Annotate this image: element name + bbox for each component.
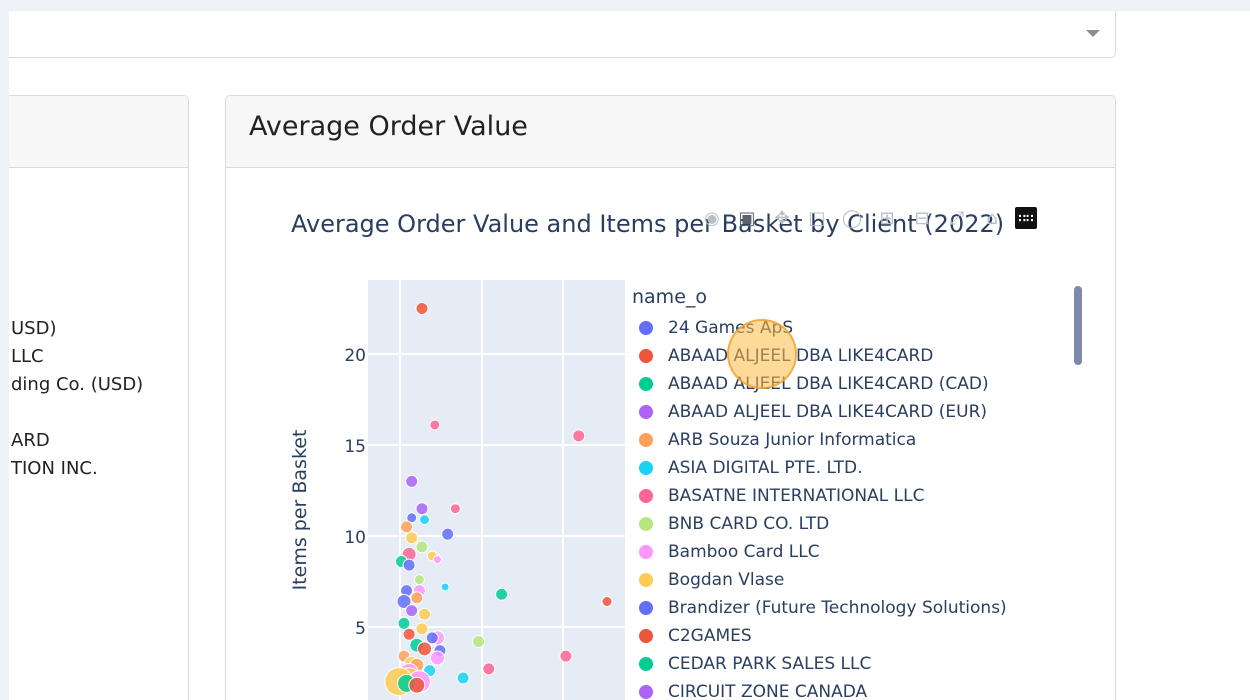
top-strip xyxy=(0,0,1250,11)
zoom-out-icon[interactable]: ⊟ xyxy=(910,206,934,230)
legend-item[interactable]: C2GAMES xyxy=(632,622,752,650)
legend-item[interactable]: ABAAD ALJEEL DBA LIKE4CARD (EUR) xyxy=(632,398,987,426)
legend-marker xyxy=(639,685,653,699)
scatter-point[interactable] xyxy=(402,627,416,641)
pan-icon[interactable]: ✥ xyxy=(770,206,794,230)
legend-label: ABAAD ALJEEL DBA LIKE4CARD (CAD) xyxy=(668,374,989,394)
legend-marker xyxy=(639,433,653,447)
legend-marker xyxy=(639,489,653,503)
card-title: Average Order Value xyxy=(249,111,528,142)
legend-label: Brandizer (Future Technology Solutions) xyxy=(668,598,1007,618)
legend-item[interactable]: ASIA DIGITAL PTE. LTD. xyxy=(632,454,863,482)
scatter-plot-area[interactable] xyxy=(280,270,640,700)
scatter-point[interactable] xyxy=(425,631,439,645)
card-header: Average Order Value xyxy=(226,96,1115,168)
legend-item[interactable]: BNB CARD CO. LTD xyxy=(632,510,829,538)
left-card xyxy=(9,95,189,700)
camera-icon[interactable]: ◉ xyxy=(700,206,724,230)
scatter-point[interactable] xyxy=(456,671,470,685)
legend-marker xyxy=(639,545,653,559)
autoscale-icon[interactable]: ⤢ xyxy=(945,206,969,230)
legend-marker xyxy=(639,349,653,363)
scatter-point[interactable] xyxy=(432,555,442,565)
legend-label: BASATNE INTERNATIONAL LLC xyxy=(668,486,925,506)
scatter-point[interactable] xyxy=(559,649,573,663)
scatter-point[interactable] xyxy=(429,419,441,431)
left-legend-item[interactable]: LLC xyxy=(11,346,44,367)
legend-label: C2GAMES xyxy=(668,626,752,646)
legend-scrollbar[interactable] xyxy=(1074,286,1082,365)
lasso-icon[interactable]: ◯ xyxy=(840,206,864,230)
scatter-point[interactable] xyxy=(495,587,509,601)
legend-label: Bogdan Vlase xyxy=(668,570,785,590)
scatter-point[interactable] xyxy=(408,676,426,694)
download-icon[interactable]: ▣ xyxy=(735,206,759,230)
scatter-point[interactable] xyxy=(400,520,414,534)
scatter-point[interactable] xyxy=(440,582,450,592)
zoom-in-icon[interactable]: ⊞ xyxy=(875,206,899,230)
legend-marker xyxy=(639,601,653,615)
plotly-logo-icon[interactable]: ∷∷ xyxy=(1015,207,1037,229)
legend-label: ABAAD ALJEEL DBA LIKE4CARD (EUR) xyxy=(668,402,988,422)
client-select-dropdown[interactable] xyxy=(9,11,1116,58)
scatter-point[interactable] xyxy=(418,607,432,621)
scatter-point[interactable] xyxy=(405,531,419,545)
scatter-point[interactable] xyxy=(415,502,429,516)
legend-item[interactable]: Bamboo Card LLC xyxy=(632,538,820,566)
scatter-point[interactable] xyxy=(405,474,419,488)
legend-marker xyxy=(639,657,653,671)
scatter-point[interactable] xyxy=(415,302,429,315)
scatter-point[interactable] xyxy=(397,616,411,630)
scatter-point[interactable] xyxy=(417,641,433,657)
left-legend-item[interactable]: ARD xyxy=(11,430,50,451)
scatter-point[interactable] xyxy=(405,604,419,618)
scatter-point[interactable] xyxy=(482,662,496,676)
legend-item[interactable]: CIRCUIT ZONE CANADA xyxy=(632,678,867,700)
legend-item[interactable]: CEDAR PARK SALES LLC xyxy=(632,650,871,678)
scatter-point[interactable] xyxy=(472,635,486,649)
legend-label: ARB Souza Junior Informatica xyxy=(668,430,917,450)
legend-label: CEDAR PARK SALES LLC xyxy=(668,654,872,674)
scatter-point[interactable] xyxy=(449,503,461,515)
scatter-point[interactable] xyxy=(601,596,613,608)
left-strip xyxy=(0,0,9,700)
legend-item[interactable]: ABAAD ALJEEL DBA LIKE4CARD (CAD) xyxy=(632,370,989,398)
scatter-point[interactable] xyxy=(441,527,455,541)
scatter-point[interactable] xyxy=(402,558,416,572)
left-legend-item[interactable]: TION INC. xyxy=(11,458,98,479)
box-select-icon[interactable]: □ xyxy=(805,206,829,230)
scatter-point[interactable] xyxy=(429,650,445,666)
scatter-point[interactable] xyxy=(410,591,424,605)
legend-marker xyxy=(639,377,653,391)
legend-marker xyxy=(639,573,653,587)
scatter-point[interactable] xyxy=(572,429,586,443)
legend-marker xyxy=(639,517,653,531)
legend-label: ABAAD ALJEEL DBA LIKE4CARD xyxy=(668,346,934,366)
legend-item[interactable]: ARB Souza Junior Informatica xyxy=(632,426,916,454)
legend-item[interactable]: Brandizer (Future Technology Solutions) xyxy=(632,594,1007,622)
legend-label: BNB CARD CO. LTD xyxy=(668,514,830,534)
scatter-point[interactable] xyxy=(413,574,425,586)
left-card-header xyxy=(9,96,188,168)
scatter-point[interactable] xyxy=(419,514,431,526)
legend-marker xyxy=(639,405,653,419)
legend-label: ASIA DIGITAL PTE. LTD. xyxy=(668,458,863,478)
legend-label: CIRCUIT ZONE CANADA xyxy=(668,682,868,700)
legend-item[interactable]: Bogdan Vlase xyxy=(632,566,784,594)
legend-marker xyxy=(639,461,653,475)
legend-marker xyxy=(639,321,653,335)
legend-marker xyxy=(639,629,653,643)
reset-axes-icon[interactable]: ⌂ xyxy=(980,206,1004,230)
left-legend-item[interactable]: USD) xyxy=(11,318,56,339)
left-legend-item[interactable]: ding Co. (USD) xyxy=(11,374,143,395)
legend-title: name_o xyxy=(632,286,708,308)
legend-item[interactable]: BASATNE INTERNATIONAL LLC xyxy=(632,482,924,510)
scatter-point[interactable] xyxy=(415,540,429,554)
chart-legend: name_o 24 Games ApS ABAAD ALJEEL DBA LIKE… xyxy=(632,286,1007,700)
cursor-highlight xyxy=(727,319,797,389)
legend-label: Bamboo Card LLC xyxy=(668,542,820,562)
chevron-down-icon[interactable] xyxy=(1086,30,1100,37)
plot-modebar: ◉ ▣ ✥ □ ◯ ⊞ ⊟ ⤢ ⌂ ∷∷ xyxy=(700,204,1037,232)
scatter-point[interactable] xyxy=(415,622,429,636)
